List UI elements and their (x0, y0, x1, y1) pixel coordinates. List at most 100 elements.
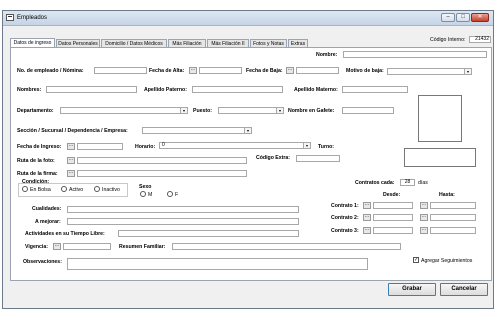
fecha-baja-field[interactable] (296, 67, 339, 74)
agregar-seguimientos-checkbox[interactable]: ✓ (413, 257, 419, 263)
ruta-foto-field[interactable] (77, 157, 247, 164)
grabar-button[interactable]: Grabar (388, 283, 436, 296)
departamento-label: Departamento: (17, 108, 54, 114)
actividades-label: Actividades en su Tiempo Libre: (25, 231, 105, 237)
contratos-unit-label: días (418, 180, 428, 186)
contrato-2-label: Contrato 2: (331, 215, 359, 221)
condicion-activo-label: Activo (69, 187, 84, 193)
fecha-ingreso-label: Fecha de Ingreso: (17, 144, 62, 150)
cancelar-button[interactable]: Cancelar (440, 283, 488, 296)
sexo-label: Sexo (139, 184, 152, 190)
fecha-alta-calendar-button[interactable]: ... (189, 67, 197, 74)
codigo-extra-field[interactable] (296, 155, 340, 162)
condicion-inactivo-label: Inactivo (102, 187, 120, 193)
condicion-en-bolsa-radio[interactable] (22, 186, 28, 192)
apellido-paterno-label: Apellido Paterno: (144, 87, 187, 93)
observaciones-label: Observaciones: (23, 259, 62, 265)
sexo-m-label: M (148, 192, 153, 198)
apellido-materno-label: Apellido Materno: (294, 87, 338, 93)
fecha-baja-label: Fecha de Baja: (246, 68, 283, 74)
app-icon (6, 14, 14, 21)
contrato-2-hasta-calendar-button[interactable]: ... (420, 214, 428, 221)
contrato-3-desde-field[interactable] (373, 227, 413, 234)
nombres-field[interactable] (46, 86, 137, 93)
condicion-activo-radio[interactable] (61, 186, 67, 192)
window-title: Empleados (17, 15, 48, 21)
contrato-2-hasta-field[interactable] (430, 214, 476, 221)
condicion-inactivo-radio[interactable] (94, 186, 100, 192)
sexo-f-label: F (175, 192, 179, 198)
ruta-firma-browse-button[interactable]: ... (67, 170, 75, 177)
ruta-foto-label: Ruta de la foto: (17, 158, 55, 164)
apellido-materno-field[interactable] (342, 86, 408, 93)
fecha-alta-label: Fecha de Alta: (149, 68, 185, 74)
sexo-m-radio[interactable] (140, 191, 146, 197)
dropdown-icon: ▾ (180, 108, 187, 113)
ruta-firma-field[interactable] (77, 170, 247, 177)
contrato-3-hasta-calendar-button[interactable]: ... (420, 227, 428, 234)
nombre-gafete-field[interactable] (342, 107, 394, 114)
ruta-firma-label: Ruta de la firma: (17, 171, 58, 177)
codigo-interno-label: Código Interno: (430, 37, 466, 43)
fecha-alta-field[interactable] (199, 67, 242, 74)
contrato-1-hasta-calendar-button[interactable]: ... (420, 202, 428, 209)
contrato-1-hasta-field[interactable] (430, 202, 476, 209)
sexo-f-radio[interactable] (167, 191, 173, 197)
vigencia-field[interactable] (63, 243, 111, 250)
dropdown-icon: ▾ (244, 128, 251, 133)
puesto-label: Puesto: (193, 108, 213, 114)
contratos-cada-label: Contratos cada: (355, 180, 395, 186)
hasta-label: Hasta: (439, 192, 455, 198)
employee-photo (418, 95, 462, 142)
nombres-label: Nombres: (17, 87, 42, 93)
condicion-en-bolsa-label: En Bolsa (30, 187, 51, 193)
contrato-1-label: Contrato 1: (331, 203, 359, 209)
seccion-label: Sección / Sucursal / Dependencia / Empre… (17, 128, 128, 134)
nombre-label: Nombre: (316, 52, 338, 58)
contrato-2-desde-field[interactable] (373, 214, 413, 221)
horario-select[interactable]: 0 ▾ (159, 142, 311, 149)
cualidades-label: Cualidades: (32, 206, 62, 212)
puesto-select[interactable]: ▾ (218, 107, 284, 114)
contrato-2-desde-calendar-button[interactable]: ... (363, 214, 371, 221)
departamento-select[interactable]: ▾ (60, 107, 188, 114)
resumen-familiar-field[interactable] (172, 243, 401, 250)
dropdown-icon: ▾ (303, 143, 310, 148)
no-empleado-field[interactable] (94, 67, 147, 74)
contrato-3-hasta-field[interactable] (430, 227, 476, 234)
dropdown-icon: ▾ (464, 69, 471, 74)
contrato-3-label: Contrato 3: (331, 228, 359, 234)
agregar-seguimientos-label: Agregar Seguimientos (421, 258, 473, 264)
ruta-foto-browse-button[interactable]: ... (67, 157, 75, 164)
codigo-interno-field[interactable]: 21432 (469, 36, 491, 43)
contrato-1-desde-calendar-button[interactable]: ... (363, 202, 371, 209)
horario-value: 0 (162, 142, 165, 148)
maximize-button[interactable]: □ (456, 13, 470, 22)
apellido-paterno-field[interactable] (192, 86, 283, 93)
title-bar: Empleados – □ ✕ (3, 11, 493, 26)
fecha-baja-calendar-button[interactable]: ... (286, 67, 294, 74)
close-button[interactable]: ✕ (471, 13, 489, 22)
contratos-cada-field[interactable]: 28 (400, 179, 415, 186)
fecha-ingreso-calendar-button[interactable]: ... (67, 143, 75, 150)
nombre-gafete-label: Nombre en Gafete: (288, 108, 335, 114)
actividades-field[interactable] (118, 230, 299, 237)
no-empleado-label: No. de empleado / Nómina: (17, 68, 84, 74)
cualidades-field[interactable] (67, 206, 299, 213)
nombre-field[interactable] (343, 51, 487, 58)
dropdown-icon: ▾ (276, 108, 283, 113)
vigencia-calendar-button[interactable]: ... (53, 243, 61, 250)
observaciones-field[interactable] (67, 258, 368, 270)
horario-label: Horario: (135, 144, 156, 150)
codigo-extra-label: Código Extra: (256, 155, 291, 161)
fecha-ingreso-field[interactable] (77, 143, 123, 150)
minimize-button[interactable]: – (441, 13, 455, 22)
a-mejorar-field[interactable] (67, 218, 299, 225)
contrato-1-desde-field[interactable] (373, 202, 413, 209)
seccion-select[interactable]: ▾ (142, 127, 252, 134)
motivo-baja-select[interactable]: ▾ (387, 68, 472, 75)
turno-label: Turno: (318, 144, 335, 150)
vigencia-label: Vigencia: (25, 244, 48, 250)
code-box (404, 148, 476, 167)
contrato-3-desde-calendar-button[interactable]: ... (363, 227, 371, 234)
